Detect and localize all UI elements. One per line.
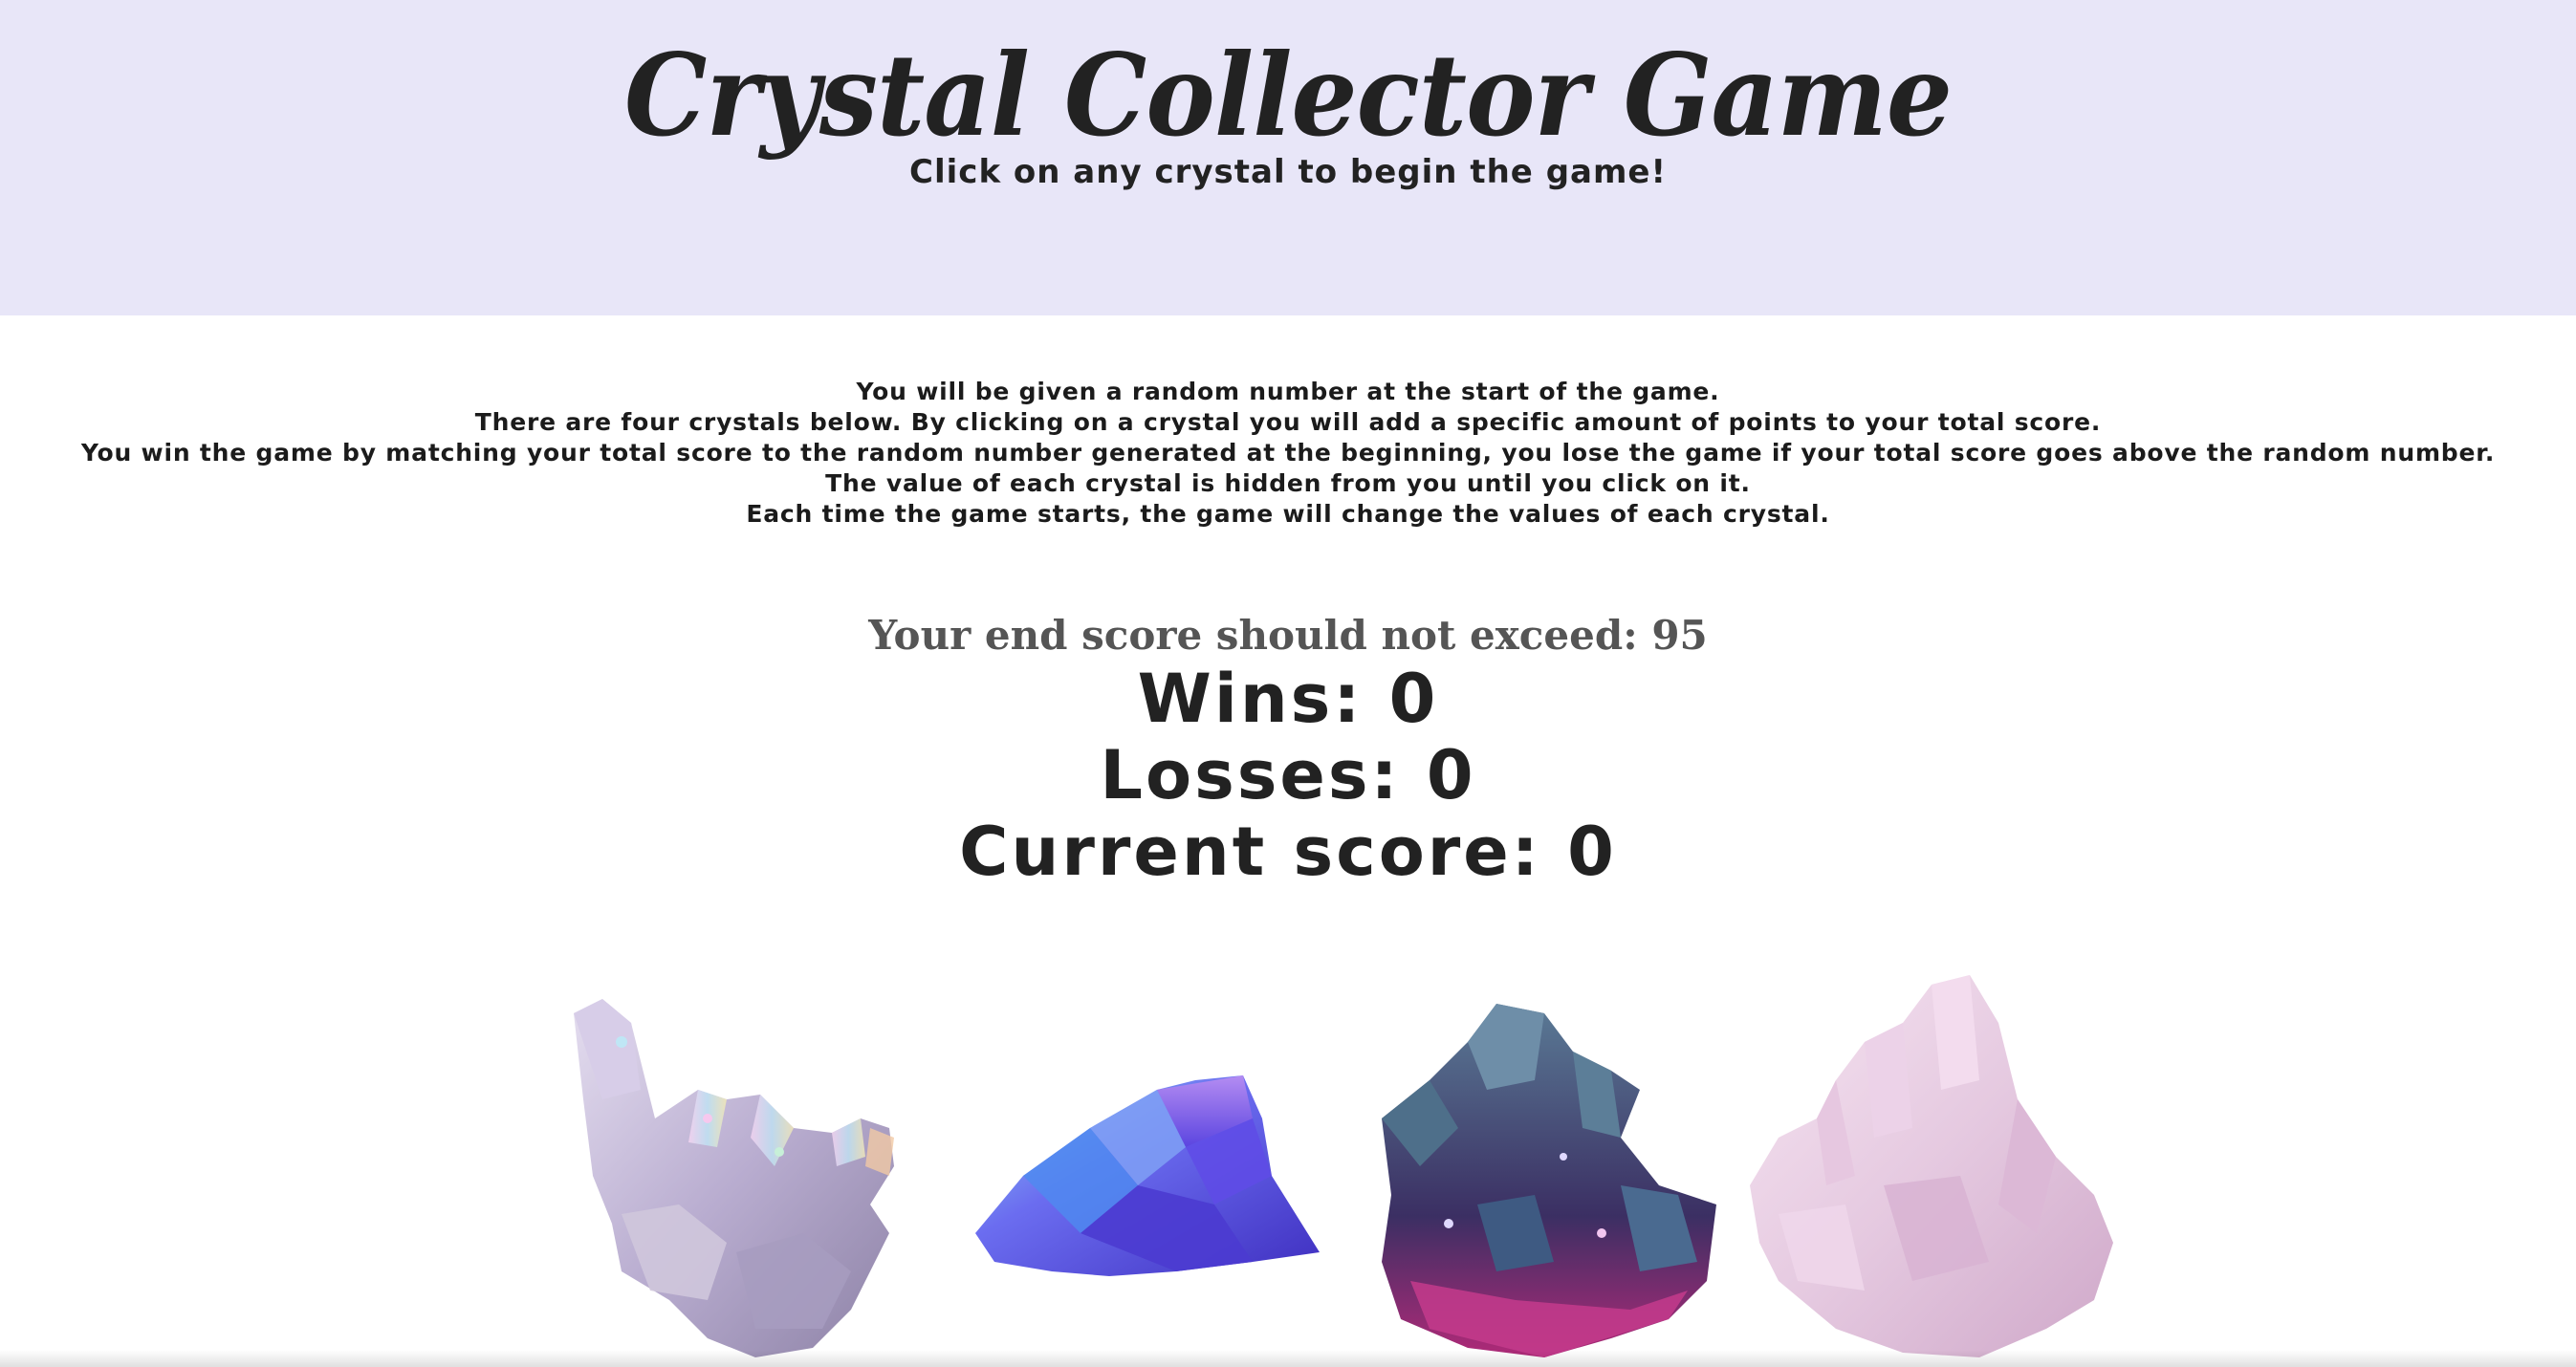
crystal-button-3[interactable] [1372,994,1726,1367]
current-score: Current score: 0 [959,813,1617,891]
crystal-button-2[interactable] [966,1061,1329,1291]
target-score: Your end score should not exceed: 95 [868,612,1708,659]
aura-quartz-crystal-icon [574,999,894,1357]
crystal-button-1[interactable] [564,985,966,1367]
page-subtitle: Click on any crystal to begin the game! [909,153,1667,191]
instruction-line: Each time the game starts, the game will… [746,500,1830,528]
header: Crystal Collector Game Click on any crys… [0,0,2576,315]
instruction-line: You win the game by matching your total … [80,439,2496,467]
instruction-line: You will be given a random number at the… [856,378,1720,405]
amethyst-geode-crystal-icon [1382,1004,1716,1357]
wins-counter: Wins: 0 [1137,660,1439,738]
rose-quartz-crystal-icon [1750,975,2113,1357]
instruction-line: There are four crystals below. By clicki… [474,408,2102,436]
blue-crystal-icon [975,1075,1320,1276]
instruction-line: The value of each crystal is hidden from… [825,469,1751,497]
crystal-row [0,966,2576,1367]
instructions: You will be given a random number at the… [0,377,2576,530]
crystal-button-4[interactable] [1740,966,2123,1367]
page-title: Crystal Collector Game [623,29,1953,162]
bottom-edge-shadow [0,1350,2576,1367]
losses-counter: Losses: 0 [1100,736,1476,814]
